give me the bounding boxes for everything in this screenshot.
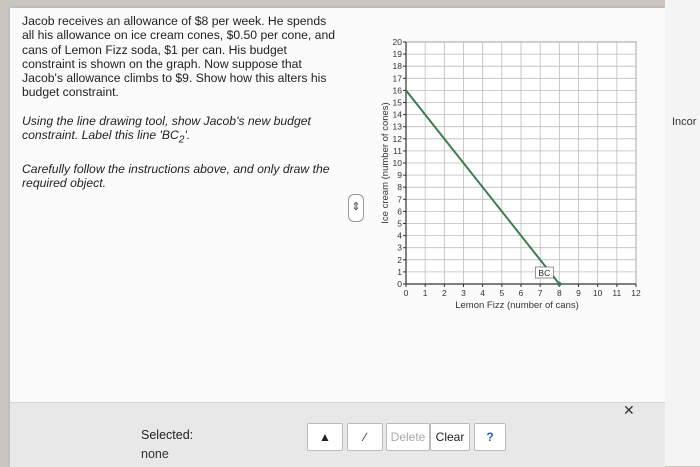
help-button[interactable]: ? — [474, 423, 506, 451]
y-tick-label: 5 — [397, 219, 402, 229]
budget-graph[interactable]: 0 1 2 3 4 5 6 7 8 9 10 11 12 13 14 15 16 17 18 19 20 0 1 2 3 4 5 6 7… — [378, 34, 653, 319]
delete-button[interactable]: Delete — [386, 423, 430, 451]
question-paragraph-1: Jacob receives an allowance of $8 per we… — [22, 14, 336, 100]
question-paragraph-2-suffix: '. — [184, 128, 191, 143]
side-feedback-strip — [665, 0, 700, 466]
feedback-status: Incor — [672, 116, 697, 128]
y-tick-label: 11 — [393, 146, 402, 156]
x-tick-label: 9 — [576, 288, 581, 298]
x-tick-label: 5 — [499, 288, 504, 298]
bc-label: BC — [538, 268, 550, 278]
y-tick-label: 15 — [393, 98, 403, 108]
line-tool-button[interactable]: ∕ — [347, 423, 383, 451]
y-tick-label: 7 — [397, 194, 402, 204]
x-axis-label: Lemon Fizz (number of cans) — [455, 300, 579, 311]
x-tick-label: 0 — [404, 288, 409, 298]
y-tick-label: 16 — [393, 85, 403, 95]
chart-svg[interactable]: 012345678910111213141516171819200 1 2 3 4 5 6 7… — [378, 34, 653, 314]
y-tick-label: 18 — [393, 61, 403, 71]
x-tick-label: 2 — [442, 288, 447, 298]
y-tick-label: 4 — [397, 231, 402, 241]
question-paragraph-2: Using the line drawing tool, show Jacob'… — [22, 114, 340, 148]
y-tick-label: 12 — [393, 134, 403, 144]
y-tick-label: 13 — [393, 122, 403, 132]
y-tick-label: 10 — [393, 158, 403, 168]
y-tick-label: 14 — [393, 110, 403, 120]
y-tick-label: 3 — [397, 243, 402, 253]
x-tick-label: 3 — [461, 288, 466, 298]
y-tick-label: 9 — [397, 170, 402, 180]
x-tick-label: 8 — [557, 288, 562, 298]
bc-endpoint — [557, 281, 562, 287]
y-tick-label: 17 — [393, 73, 403, 83]
selected-label: Selected: — [141, 428, 194, 442]
pan-handle-icon[interactable]: ⇕ — [348, 194, 364, 222]
close-icon[interactable]: ✕ — [623, 402, 635, 419]
y-tick-label: 19 — [393, 49, 403, 59]
x-tick-label: 7 — [538, 288, 543, 298]
question-paragraph-3: Carefully follow the instructions above,… — [22, 161, 330, 191]
line-draw-icon: ∕ — [363, 430, 366, 444]
selected-value: none — [141, 447, 169, 461]
x-tick-label: 6 — [519, 288, 524, 298]
y-tick-label: 2 — [397, 255, 402, 265]
pointer-icon: ▲ — [319, 430, 331, 444]
y-tick-label: 8 — [397, 182, 402, 192]
y-tick-label: 20 — [393, 37, 403, 47]
y-tick-label: 6 — [397, 206, 402, 216]
x-tick-label: 1 — [423, 288, 428, 298]
question-text: Jacob receives an allowance of $8 per we… — [22, 14, 340, 204]
x-tick-label: 11 — [612, 288, 621, 298]
clear-button[interactable]: Clear — [430, 423, 470, 451]
x-tick-label: 10 — [593, 288, 603, 298]
y-tick-label: 0 — [397, 279, 402, 289]
x-tick-label: 4 — [480, 288, 485, 298]
y-axis-label: Ice cream (number of cones) — [380, 102, 391, 223]
pointer-tool-button[interactable]: ▲ — [307, 423, 343, 451]
question-paragraph-2-prefix: Using the line drawing tool, show Jacob'… — [22, 113, 311, 143]
x-tick-label: 12 — [631, 288, 641, 298]
y-tick-label: 1 — [397, 267, 402, 277]
